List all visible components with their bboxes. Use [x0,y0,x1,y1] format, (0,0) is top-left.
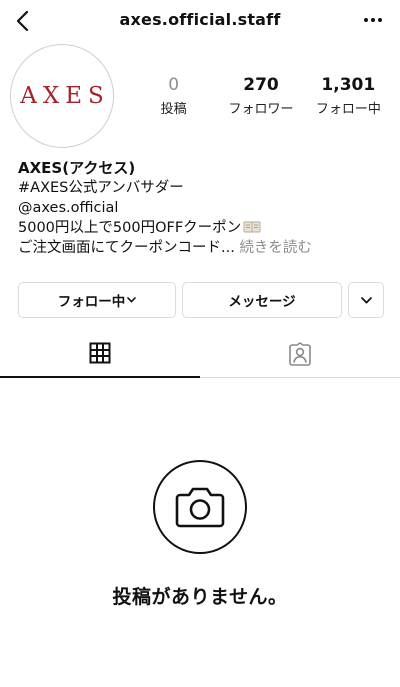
following-button-label: フォロー中 [57,294,126,310]
bio-hashtag-line[interactable]: #AXES公式アンバサダー [18,178,388,198]
profile-display-name: AXES(アクセス) [18,159,136,177]
stat-posts: 0 投稿 [130,74,217,117]
read-more-link[interactable]: 続きを読む [239,240,312,256]
stat-following-value: 1,301 [321,75,376,95]
suggested-accounts-button[interactable] [348,282,384,318]
stat-following-label: フォロー中 [315,102,381,117]
more-options-button[interactable] [360,10,386,30]
grid-icon [89,342,111,364]
profile-username: axes.official.staff [119,10,281,29]
tagged-person-icon [289,342,311,366]
avatar-logo-text: AXES [20,83,110,109]
bio-coupon-line: 5000円以上で500円OFFクーポン [18,218,388,238]
bio-coupon-code-text: ご注文画面にてクーポンコード... [18,240,235,256]
back-button[interactable] [8,6,36,36]
tab-tagged[interactable] [200,330,400,378]
bio-coupon-code-line: ご注文画面にてクーポンコード... 続きを読む [18,238,388,258]
camera-circle [153,460,247,554]
open-book-icon [243,221,261,233]
profile-actions: フォロー中 メッセージ [18,282,384,318]
message-button[interactable]: メッセージ [182,282,342,318]
empty-state-text: 投稿がありません。 [112,586,288,608]
stat-following[interactable]: 1,301 フォロー中 [305,74,392,117]
following-button[interactable]: フォロー中 [18,282,176,318]
avatar[interactable]: AXES [10,44,114,148]
stat-posts-label: 投稿 [160,102,187,117]
chevron-down-icon [127,297,137,303]
profile-tabs [0,330,400,378]
bio-mention-line[interactable]: @axes.official [18,198,388,218]
stat-posts-value: 0 [168,75,180,95]
profile-bio: AXES(アクセス) #AXES公式アンバサダー @axes.official … [18,158,388,258]
chevron-down-icon [360,296,372,303]
bio-coupon-text: 5000円以上で500円OFFクーポン [18,220,242,236]
chevron-left-icon [16,10,29,32]
camera-icon [175,487,225,528]
tab-posts-grid[interactable] [0,330,200,378]
stat-followers-label: フォロワー [228,102,294,117]
stat-followers-value: 270 [243,75,279,95]
more-horizontal-icon [364,18,382,22]
empty-state: 投稿がありません。 [0,460,400,609]
profile-stats: 0 投稿 270 フォロワー 1,301 フォロー中 [130,74,392,117]
stat-followers[interactable]: 270 フォロワー [217,74,304,117]
top-bar: axes.official.staff [0,0,400,42]
